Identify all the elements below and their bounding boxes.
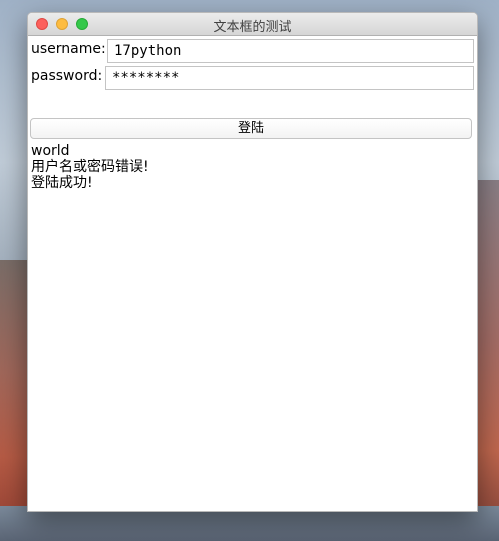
login-button[interactable]: 登陆 <box>30 118 472 139</box>
output-line: 用户名或密码错误! <box>31 159 149 175</box>
title-bar[interactable]: 文本框的测试 <box>28 13 477 36</box>
app-window: 文本框的测试 username: 17python password: ****… <box>27 12 478 512</box>
username-row: username: 17python <box>31 39 474 63</box>
output-line: 登陆成功! <box>31 175 93 191</box>
window-title: 文本框的测试 <box>213 20 292 35</box>
password-row: password: ******** <box>31 66 474 90</box>
username-label: username: <box>31 41 106 57</box>
output-text-area[interactable]: world 用户名或密码错误! 登陆成功! <box>31 143 471 191</box>
username-input[interactable]: 17python <box>107 39 474 63</box>
output-line: world <box>31 143 70 159</box>
password-input[interactable]: ******** <box>105 66 474 90</box>
password-label: password: <box>31 68 103 84</box>
